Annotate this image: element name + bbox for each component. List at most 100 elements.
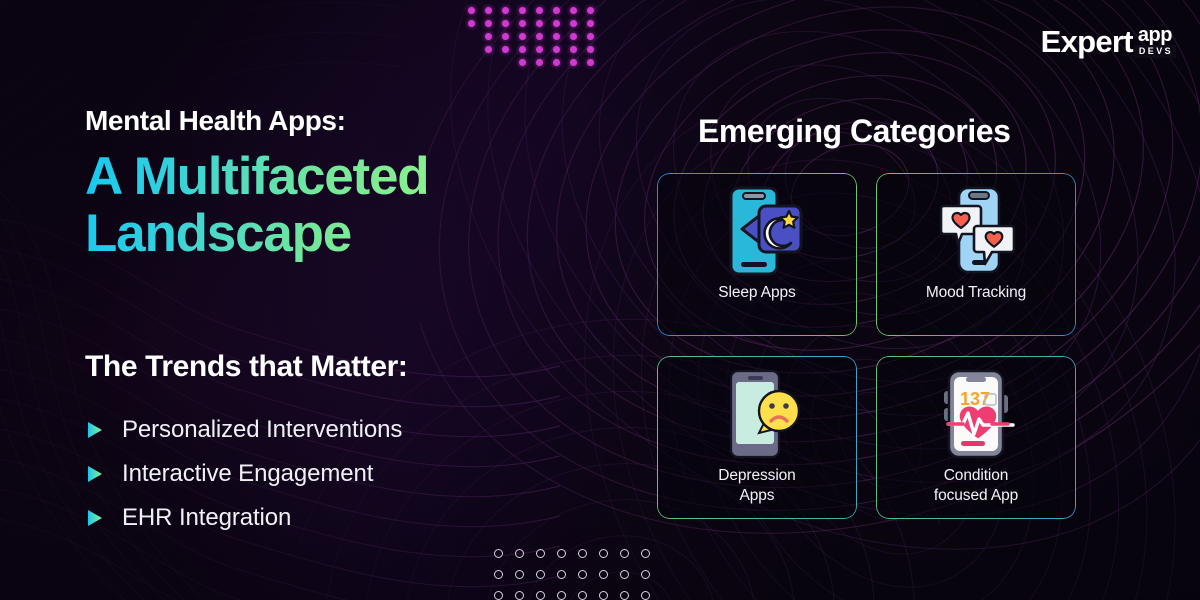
emerging-categories-heading: Emerging Categories bbox=[698, 113, 1011, 149]
decorative-dot bbox=[536, 20, 543, 27]
brand-name-expert: Expert bbox=[1040, 24, 1134, 59]
category-card-mood-tracking[interactable]: Mood Tracking bbox=[876, 173, 1076, 336]
decorative-dot bbox=[570, 7, 577, 14]
page-title-line-2: Landscape bbox=[85, 204, 352, 263]
decorative-dot bbox=[587, 20, 594, 27]
category-card-label: Condition focused App bbox=[933, 467, 1019, 504]
decorative-dot bbox=[536, 46, 543, 53]
decorative-dot bbox=[587, 7, 594, 14]
decorative-ring-dot bbox=[557, 591, 566, 600]
decorative-ring-dot bbox=[515, 549, 524, 558]
brand-appdevs-lockup: app DEVS bbox=[1133, 24, 1176, 58]
decorative-dot bbox=[519, 46, 526, 53]
brand-name-devs: DEVS bbox=[1133, 45, 1176, 58]
decorative-dot bbox=[468, 33, 475, 40]
decorative-dot bbox=[587, 59, 594, 66]
decorative-dot bbox=[553, 20, 560, 27]
decorative-dot bbox=[553, 33, 560, 40]
decorative-ring-dot bbox=[494, 549, 503, 558]
decorative-dot bbox=[468, 59, 475, 66]
dot-grid-top-decoration bbox=[468, 4, 604, 69]
category-card-label: Mood Tracking bbox=[925, 284, 1027, 301]
heart-chat-phone-icon bbox=[928, 179, 1024, 283]
decorative-dot bbox=[587, 33, 594, 40]
bullet-triangle-icon bbox=[88, 510, 102, 526]
decorative-ring-dot bbox=[620, 549, 629, 558]
trend-item: Personalized Interventions bbox=[87, 408, 402, 452]
decorative-dot bbox=[502, 59, 509, 66]
trend-item-label: EHR Integration bbox=[122, 504, 292, 531]
decorative-dot bbox=[485, 20, 492, 27]
decorative-dot bbox=[468, 46, 475, 53]
decorative-ring-dot bbox=[578, 570, 587, 579]
decorative-ring-dot bbox=[536, 591, 545, 600]
decorative-ring-dot bbox=[641, 549, 650, 558]
category-card-label: Sleep Apps bbox=[718, 284, 796, 301]
decorative-ring-dot bbox=[494, 591, 503, 600]
decorative-ring-dot bbox=[515, 570, 524, 579]
brand-logo[interactable]: Expert app DEVS bbox=[1040, 24, 1176, 59]
decorative-dot bbox=[570, 59, 577, 66]
sad-face-phone-icon bbox=[709, 362, 805, 466]
trends-list: Personalized Interventions Interactive En… bbox=[87, 408, 402, 540]
category-card-condition-focused-app[interactable]: 137 Condition focused App bbox=[876, 356, 1076, 519]
decorative-dot bbox=[536, 7, 543, 14]
decorative-dot bbox=[485, 46, 492, 53]
decorative-ring-dot bbox=[599, 591, 608, 600]
category-card-grid: Sleep Apps Mood Tracking Depression Apps… bbox=[657, 173, 1076, 519]
decorative-dot bbox=[553, 59, 560, 66]
decorative-ring-dot bbox=[494, 570, 503, 579]
dot-grid-bottom-decoration bbox=[494, 543, 662, 600]
decorative-dot bbox=[502, 46, 509, 53]
trend-item: Interactive Engagement bbox=[87, 452, 402, 496]
decorative-dot bbox=[536, 59, 543, 66]
decorative-dot bbox=[553, 46, 560, 53]
decorative-ring-dot bbox=[599, 570, 608, 579]
trends-heading: The Trends that Matter: bbox=[85, 350, 408, 383]
decorative-ring-dot bbox=[578, 591, 587, 600]
decorative-ring-dot bbox=[536, 549, 545, 558]
page-title-line-1: A Multifaceted bbox=[85, 147, 429, 206]
decorative-ring-dot bbox=[578, 549, 587, 558]
decorative-dot bbox=[485, 33, 492, 40]
decorative-dot bbox=[587, 46, 594, 53]
heartbeat-phone-icon: 137 bbox=[928, 362, 1024, 466]
decorative-dot bbox=[519, 33, 526, 40]
decorative-dot bbox=[468, 20, 475, 27]
kicker-text: Mental Health Apps: bbox=[85, 105, 346, 136]
trend-item: EHR Integration bbox=[87, 496, 402, 540]
decorative-dot bbox=[502, 20, 509, 27]
decorative-dot bbox=[468, 7, 475, 14]
decorative-dot bbox=[519, 20, 526, 27]
decorative-ring-dot bbox=[536, 570, 545, 579]
decorative-ring-dot bbox=[641, 570, 650, 579]
bullet-triangle-icon bbox=[88, 422, 102, 438]
decorative-ring-dot bbox=[557, 570, 566, 579]
trend-item-label: Interactive Engagement bbox=[122, 460, 374, 487]
brand-name-app: app bbox=[1137, 24, 1173, 46]
decorative-ring-dot bbox=[557, 549, 566, 558]
decorative-dot bbox=[519, 59, 526, 66]
decorative-dot bbox=[485, 7, 492, 14]
decorative-dot bbox=[570, 46, 577, 53]
decorative-dot bbox=[485, 59, 492, 66]
decorative-ring-dot bbox=[620, 591, 629, 600]
decorative-dot bbox=[502, 7, 509, 14]
bullet-triangle-icon bbox=[88, 466, 102, 482]
decorative-ring-dot bbox=[515, 591, 524, 600]
category-card-label: Depression Apps bbox=[718, 467, 796, 504]
decorative-dot bbox=[570, 33, 577, 40]
infographic-canvas: Expert app DEVS Mental Health Apps: A Mu… bbox=[0, 0, 1200, 600]
trend-item-label: Personalized Interventions bbox=[122, 416, 403, 443]
decorative-dot bbox=[519, 7, 526, 14]
page-title: A Multifaceted Landscape bbox=[85, 148, 428, 262]
decorative-dot bbox=[502, 33, 509, 40]
category-card-sleep-apps[interactable]: Sleep Apps bbox=[657, 173, 857, 336]
decorative-dot bbox=[536, 33, 543, 40]
decorative-dot bbox=[570, 20, 577, 27]
decorative-ring-dot bbox=[641, 591, 650, 600]
decorative-ring-dot bbox=[620, 570, 629, 579]
sleep-moon-phone-icon bbox=[709, 179, 805, 283]
category-card-depression-apps[interactable]: Depression Apps bbox=[657, 356, 857, 519]
decorative-dot bbox=[553, 7, 560, 14]
